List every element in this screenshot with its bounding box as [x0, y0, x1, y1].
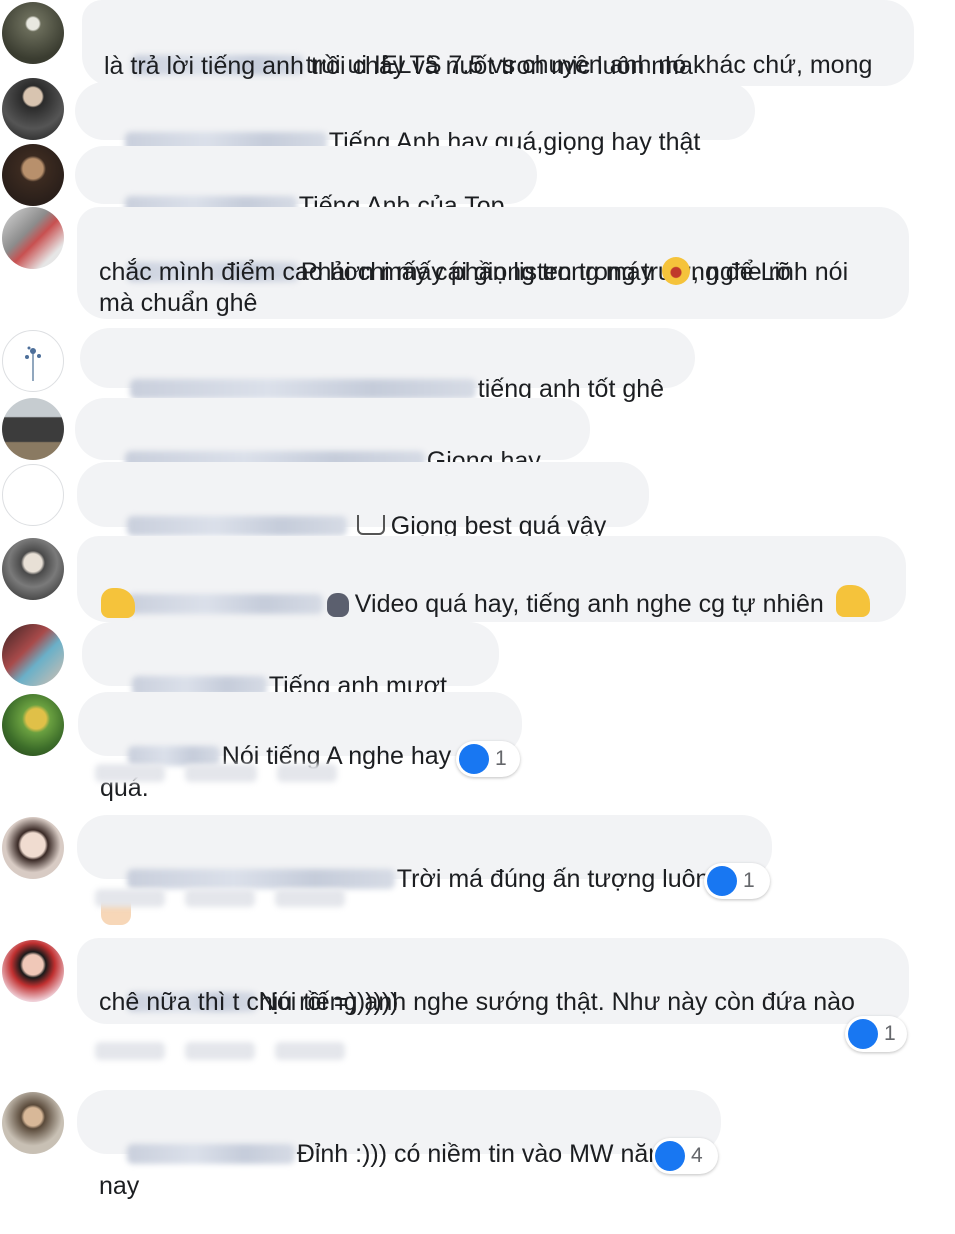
commenter-name[interactable]	[127, 746, 220, 766]
avatar[interactable]	[2, 78, 64, 140]
avatar[interactable]	[2, 538, 64, 600]
timestamp[interactable]	[275, 1042, 345, 1060]
reply-action[interactable]	[185, 1042, 255, 1060]
avatar[interactable]	[2, 694, 64, 756]
like-action[interactable]	[95, 764, 165, 782]
rolling-laughing-emoji	[662, 257, 691, 285]
comment-actions	[95, 764, 337, 786]
reply-action[interactable]	[185, 764, 257, 782]
avatar[interactable]	[2, 398, 64, 460]
comment-actions	[95, 889, 345, 911]
avatar[interactable]	[2, 144, 64, 206]
flexed-biceps-emoji	[835, 585, 870, 617]
reaction-summary[interactable]: 1	[845, 1016, 907, 1052]
avatar[interactable]	[2, 2, 64, 64]
comment-text: Trời má đúng ấn tượng luôn	[396, 865, 710, 893]
avatar[interactable]	[2, 330, 64, 392]
comment-bubble: Tiếng Anh hay quá,giọng hay thật sự	[75, 82, 755, 188]
comment-text: chắc mình điểm cao hơn mấy cái giọng tro…	[99, 258, 654, 286]
reply-action[interactable]	[185, 889, 255, 907]
comment-bubble: Nói tiếng anh nghe sướng thật. Như này c…	[77, 938, 909, 1024]
like-icon	[655, 1141, 685, 1171]
commenter-name[interactable]	[129, 379, 476, 399]
comment-bubble: Đỉnh :))) có niềm tin vào MW năm nay	[77, 1090, 721, 1200]
reaction-summary[interactable]: 4	[652, 1138, 718, 1174]
reaction-summary[interactable]: 1	[704, 863, 770, 899]
avatar[interactable]	[2, 207, 64, 269]
like-count: 4	[691, 1144, 703, 1167]
comment-bubble: trùi ui IELTS 7.5 vs chuyên anh nó khác …	[82, 0, 914, 86]
like-count: 1	[495, 747, 507, 770]
comment-bubble: Tiếng anh mượt quá	[82, 622, 499, 732]
comment-bubble: Giọng hay nhe	[75, 398, 590, 507]
comment-text: chê nữa thì t chịu rồi =))))))	[99, 988, 399, 1016]
comment-text: , nghe rõ	[692, 258, 791, 286]
reaction-summary[interactable]: 1	[456, 741, 520, 777]
avatar[interactable]	[2, 1092, 64, 1154]
commenter-name[interactable]	[126, 869, 395, 889]
coffee-emoji	[356, 515, 385, 535]
comment-text: mà chuẩn ghê	[99, 289, 258, 317]
comment-bubble: Nói tiếng A nghe hay quá.	[78, 692, 522, 802]
like-icon	[848, 1019, 878, 1049]
comment-bubble: Tiếng Anh của Top 3	[75, 146, 537, 252]
comment-bubble: Trời má đúng ấn tượng luôn	[77, 815, 772, 925]
commenter-name[interactable]	[126, 516, 347, 536]
flower-icon	[25, 346, 41, 381]
like-action[interactable]	[95, 889, 165, 907]
avatar[interactable]	[2, 817, 64, 879]
comment-actions	[95, 1042, 345, 1064]
commenter-name[interactable]	[126, 594, 323, 614]
comment-bubble: Video quá hay, tiếng anh nghe cg tự nhiê…	[77, 536, 906, 622]
like-count: 1	[743, 869, 755, 892]
avatar[interactable]	[2, 940, 64, 1002]
comment-text: là trả lời tiếng anh trôi chảy và nuốt t…	[104, 52, 693, 80]
avatar[interactable]	[2, 624, 64, 686]
like-count: 1	[884, 1022, 896, 1045]
avatar[interactable]	[2, 464, 64, 526]
comment-bubble: Giọng best quá vậy trời	[77, 462, 649, 572]
comment-bubble: Phải chi mấy phần listen trong trường để…	[77, 207, 909, 319]
timestamp[interactable]	[277, 764, 337, 782]
comment-text: Video quá hay, tiếng anh nghe cg tự nhiê…	[354, 590, 824, 618]
like-icon	[459, 744, 489, 774]
like-icon	[707, 866, 737, 896]
commenter-name[interactable]	[126, 1144, 295, 1164]
timestamp[interactable]	[275, 889, 345, 907]
wave-emoji	[326, 593, 349, 617]
flexed-biceps-emoji	[101, 588, 135, 618]
like-action[interactable]	[95, 1042, 165, 1060]
comment-bubble: tiếng anh tốt ghê á	[80, 328, 695, 435]
